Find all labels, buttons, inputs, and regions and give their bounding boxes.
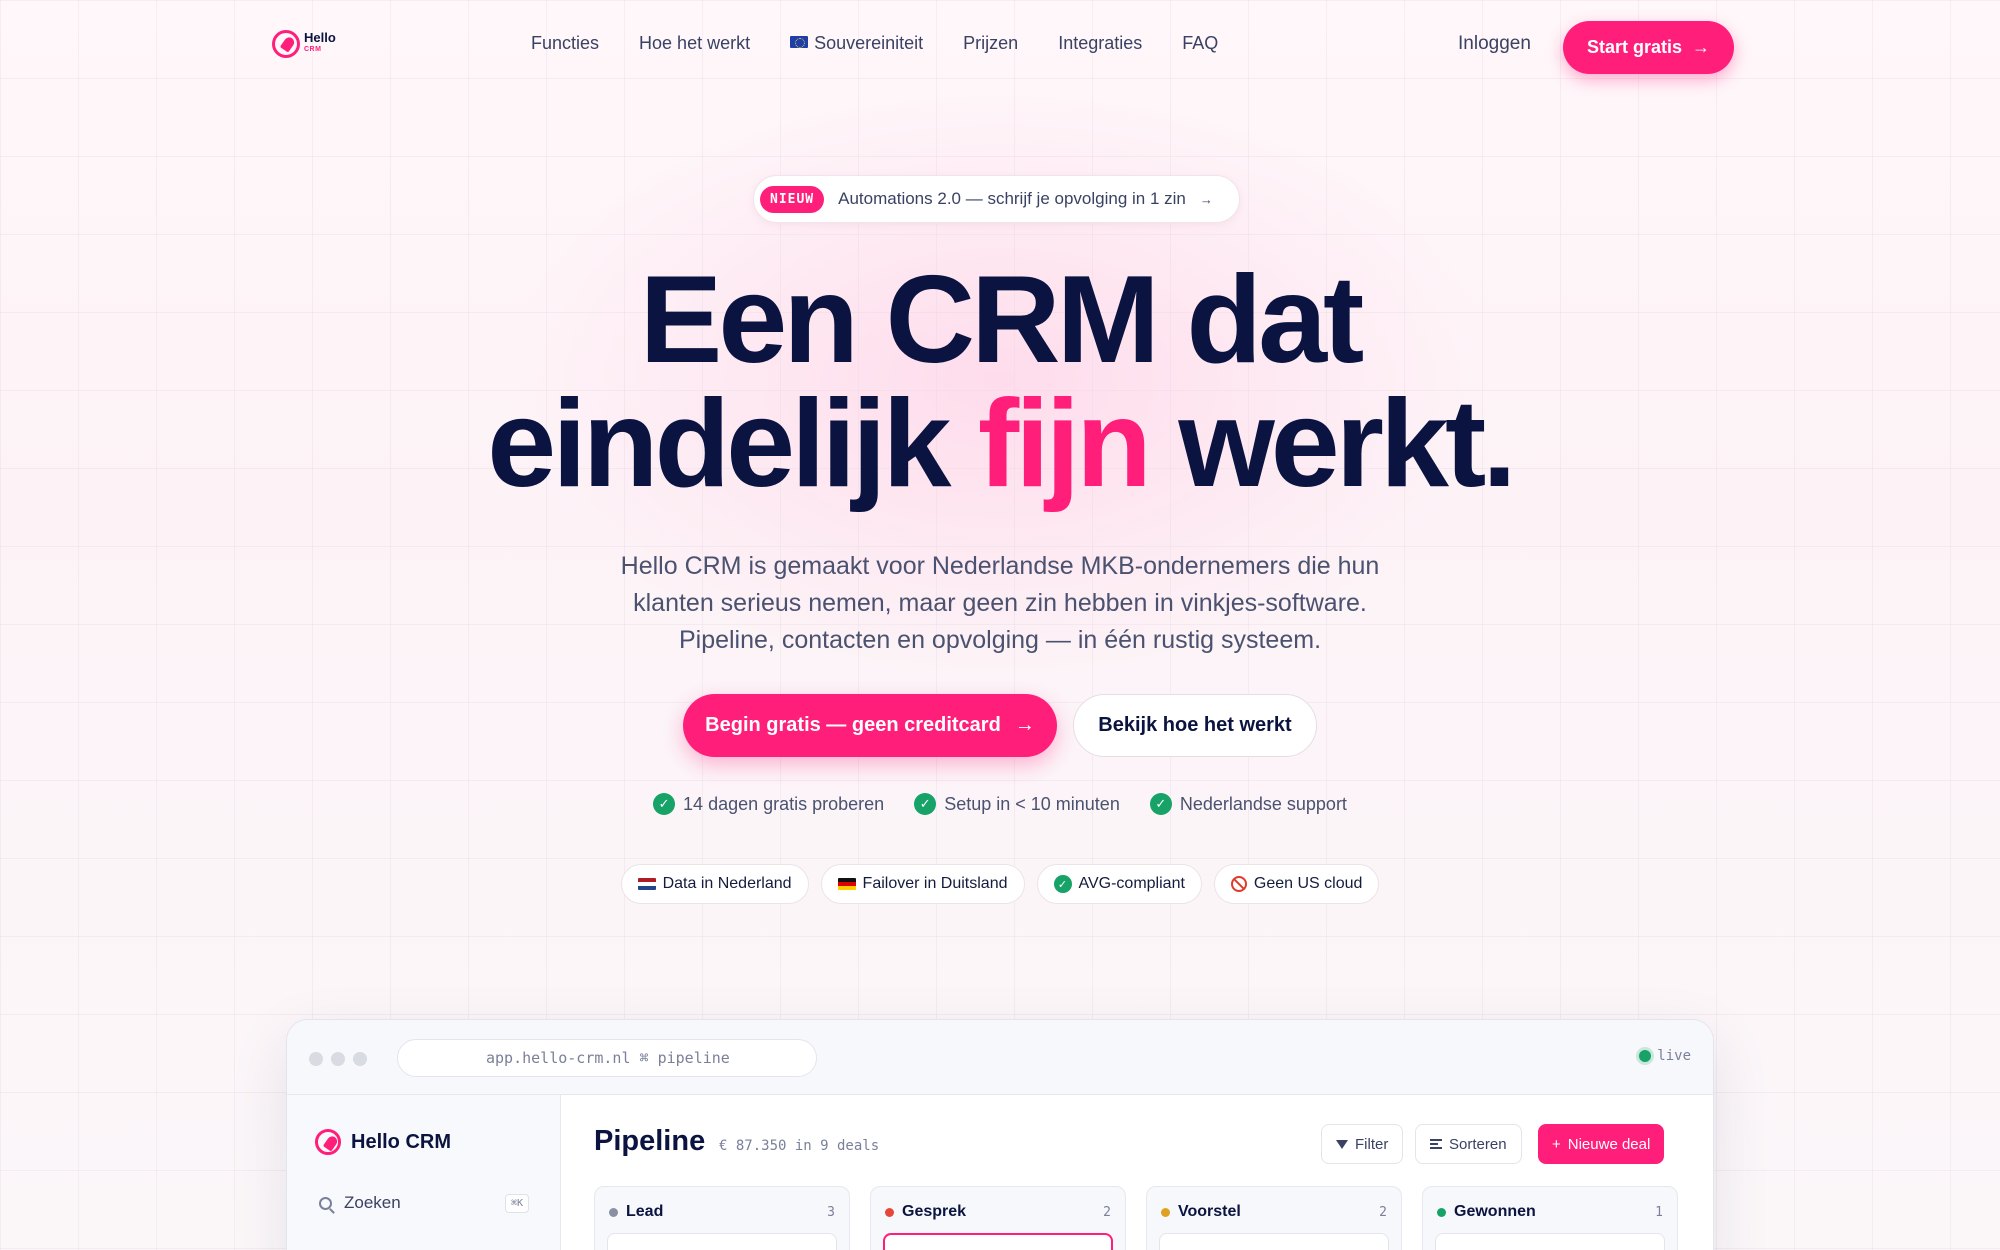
nav-souvereiniteit[interactable]: Souvereiniteit (790, 33, 923, 54)
de-flag-icon (837, 878, 856, 890)
main-nav: Functies Hoe het werkt Souvereiniteit Pr… (531, 33, 1218, 54)
window-dot (331, 1052, 345, 1066)
logo-name: Hello (304, 30, 336, 45)
rocket-icon (315, 1129, 341, 1155)
sidebar-search[interactable]: Zoeken ⌘K (319, 1193, 529, 1213)
pipeline-summary: € 87.350 in 9 deals (719, 1138, 880, 1154)
app-preview-window: app.hello-crm.nl ⌘ pipeline live Hello C… (286, 1019, 1714, 1250)
login-link[interactable]: Inloggen (1458, 33, 1531, 55)
badge-avg: ✓ AVG-compliant (1036, 864, 1202, 904)
status-dot (1437, 1207, 1446, 1217)
start-free-button[interactable]: Start gratis → (1563, 21, 1735, 74)
hero-subtitle: Hello CRM is gemaakt voor Nederlandse MK… (620, 552, 1380, 654)
eu-flag-icon (790, 36, 809, 48)
nav-hoe-het-werkt[interactable]: Hoe het werkt (639, 33, 750, 54)
sort-icon (1430, 1139, 1442, 1149)
url-bar: app.hello-crm.nl ⌘ pipeline (397, 1039, 817, 1077)
benefit-item: ✓ Nederlandse support (1149, 793, 1347, 815)
filter-icon (1336, 1139, 1348, 1149)
deal-card[interactable] (1435, 1233, 1665, 1250)
hero-accent-word: fijn (977, 375, 1152, 513)
filter-button[interactable]: Filter (1321, 1124, 1404, 1164)
live-dot-icon (1639, 1050, 1652, 1062)
window-titlebar: app.hello-crm.nl ⌘ pipeline live (287, 1020, 1713, 1095)
prohibited-icon (1230, 876, 1247, 892)
nav-functies[interactable]: Functies (531, 33, 599, 54)
live-indicator: live (1639, 1048, 1691, 1064)
column-gesprek: Gesprek 2 (870, 1186, 1126, 1250)
arrow-right-icon: → (1199, 191, 1213, 207)
check-icon: ✓ (653, 793, 676, 815)
hero-line-1: Een CRM dat (639, 251, 1365, 389)
window-dot (309, 1052, 323, 1066)
arrow-right-icon: → (1014, 714, 1035, 736)
deal-card[interactable] (883, 1233, 1113, 1250)
status-dot (609, 1207, 618, 1217)
badge-failover-de: Failover in Duitsland (820, 864, 1025, 904)
badge-no-us-cloud: Geen US cloud (1213, 864, 1380, 904)
sort-button[interactable]: Sorteren (1415, 1124, 1522, 1164)
arrow-right-icon: → (1692, 37, 1711, 57)
benefit-item: ✓ Setup in < 10 minuten (914, 793, 1120, 815)
column-voorstel: Voorstel 2 (1146, 1186, 1402, 1250)
app-sidebar: Hello CRM Zoeken ⌘K (287, 1095, 561, 1250)
app-brand: Hello CRM (315, 1129, 451, 1155)
logo[interactable]: Hello CRM (272, 30, 336, 58)
new-deal-button[interactable]: + Nieuwe deal (1538, 1124, 1665, 1164)
benefits-list: ✓ 14 dagen gratis proberen ✓ Setup in < 10… (0, 793, 2000, 815)
status-dot (885, 1207, 894, 1217)
column-gewonnen: Gewonnen 1 (1422, 1186, 1678, 1250)
nav-prijzen[interactable]: Prijzen (963, 33, 1018, 54)
new-badge: NIEUW (760, 185, 825, 213)
benefit-item: ✓ 14 dagen gratis proberen (653, 793, 884, 815)
window-controls (309, 1052, 367, 1066)
status-dot (1161, 1207, 1170, 1217)
nav-integraties[interactable]: Integraties (1058, 33, 1142, 54)
nl-flag-icon (637, 878, 656, 890)
window-dot (353, 1052, 367, 1066)
announcement-text: Automations 2.0 — schrijf je opvolging i… (838, 189, 1186, 208)
check-icon: ✓ (914, 793, 937, 815)
hero-title: Een CRM dat eindelijk fijn werkt. (0, 258, 2000, 506)
check-icon: ✓ (1149, 793, 1172, 815)
announcement-pill[interactable]: NIEUW Automations 2.0 — schrijf je opvol… (753, 175, 1240, 223)
deal-card[interactable] (1159, 1233, 1389, 1250)
rocket-icon (272, 30, 300, 58)
hero-line-2: eindelijk fijn werkt. (487, 375, 1516, 513)
plus-icon: + (1552, 1135, 1561, 1153)
see-how-button[interactable]: Bekijk hoe het werkt (1073, 694, 1317, 757)
trust-badges: Data in Nederland Failover in Duitsland … (0, 864, 2000, 904)
badge-data-nl: Data in Nederland (620, 864, 809, 904)
nav-faq[interactable]: FAQ (1182, 33, 1218, 54)
logo-sub: CRM (304, 46, 322, 53)
column-lead: Lead 3 (594, 1186, 850, 1250)
begin-free-button[interactable]: Begin gratis — geen creditcard → (683, 694, 1057, 757)
shortcut-hint: ⌘K (504, 1193, 529, 1213)
check-icon: ✓ (1053, 875, 1072, 893)
pipeline-title: Pipeline (594, 1125, 706, 1157)
deal-card[interactable] (607, 1233, 837, 1250)
search-icon (319, 1196, 332, 1210)
